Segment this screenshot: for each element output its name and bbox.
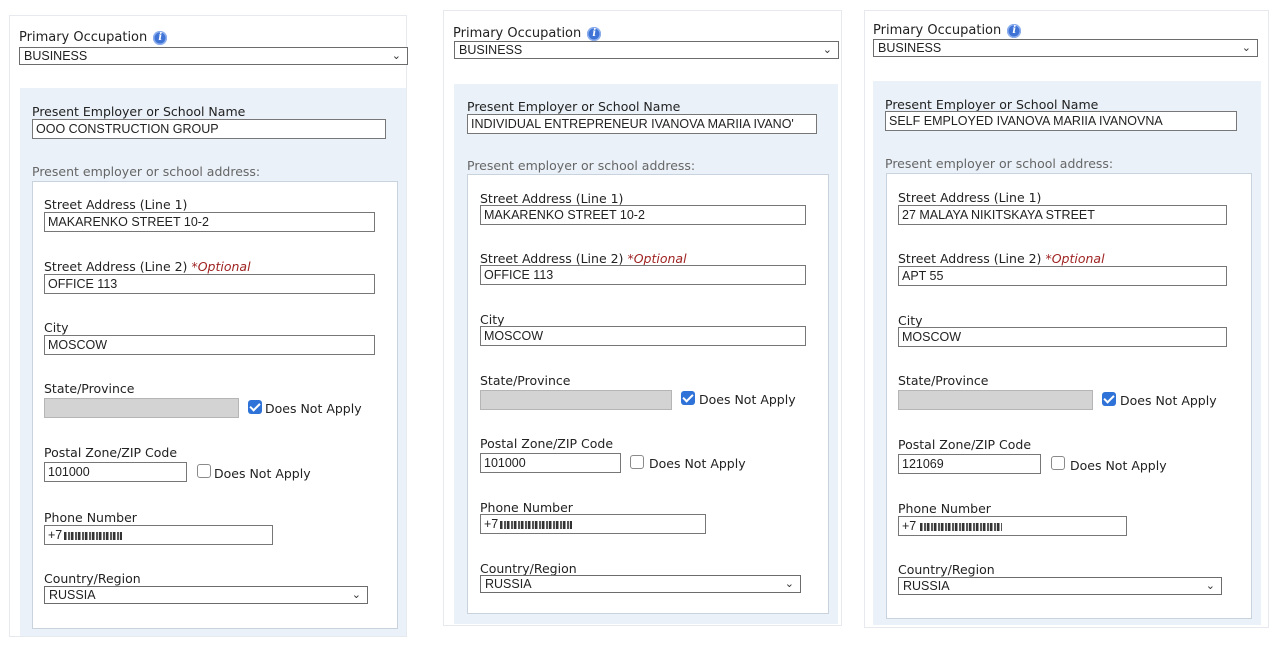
address-heading: Present employer or school address:	[885, 156, 1114, 171]
country-label: Country/Region	[898, 562, 995, 577]
postal-label: Postal Zone/ZIP Code	[480, 436, 614, 451]
country-select[interactable]: RUSSIA ⌄	[44, 586, 368, 604]
phone-label: Phone Number	[44, 510, 137, 525]
optional-marker: *Optional	[191, 259, 251, 274]
chevron-down-icon: ⌄	[1241, 42, 1251, 54]
employer-name-label: Present Employer or School Name	[467, 99, 681, 114]
employer-section: Present Employer or School Name OOO CONS…	[20, 88, 406, 636]
primary-occupation-select[interactable]: BUSINESS ⌄	[454, 41, 839, 59]
employer-name-input[interactable]: OOO CONSTRUCTION GROUP	[32, 119, 386, 139]
postal-input[interactable]: 101000	[480, 453, 621, 473]
redacted-phone	[920, 523, 1003, 531]
state-label: State/Province	[480, 373, 571, 388]
city-label: City	[480, 312, 505, 327]
country-select[interactable]: RUSSIA ⌄	[898, 577, 1222, 595]
phone-label: Phone Number	[898, 501, 991, 516]
state-does-not-apply-checkbox[interactable]	[1102, 392, 1116, 406]
street1-label: Street Address (Line 1)	[480, 191, 624, 206]
state-label: State/Province	[898, 373, 989, 388]
info-icon[interactable]: i	[1007, 24, 1022, 38]
redacted-phone	[500, 521, 573, 529]
optional-marker: *Optional	[627, 251, 687, 266]
street1-label: Street Address (Line 1)	[44, 197, 188, 212]
phone-label: Phone Number	[480, 500, 573, 515]
state-label: State/Province	[44, 381, 135, 396]
state-does-not-apply-label: Does Not Apply	[699, 392, 796, 407]
street2-label: Street Address (Line 2) *Optional	[898, 251, 1105, 266]
employer-section: Present Employer or School Name SELF EMP…	[873, 81, 1261, 625]
city-input[interactable]: MOSCOW	[480, 326, 806, 346]
street2-input[interactable]: OFFICE 113	[44, 274, 375, 294]
street2-input[interactable]: OFFICE 113	[480, 265, 806, 285]
street1-input[interactable]: MAKARENKO STREET 10-2	[44, 212, 375, 232]
city-input[interactable]: MOSCOW	[898, 327, 1227, 347]
postal-does-not-apply-label: Does Not Apply	[1070, 458, 1167, 473]
street2-label: Street Address (Line 2) *Optional	[44, 259, 251, 274]
street2-input[interactable]: APT 55	[898, 266, 1227, 286]
employer-section: Present Employer or School Name INDIVIDU…	[454, 84, 838, 624]
chevron-down-icon: ⌄	[822, 44, 832, 56]
state-does-not-apply-checkbox[interactable]	[681, 391, 695, 405]
country-label: Country/Region	[44, 571, 141, 586]
info-icon[interactable]: i	[587, 27, 602, 41]
street1-input[interactable]: MAKARENKO STREET 10-2	[480, 205, 806, 225]
city-label: City	[898, 313, 923, 328]
state-input	[898, 390, 1093, 410]
state-input	[480, 390, 672, 410]
street2-label: Street Address (Line 2) *Optional	[480, 251, 687, 266]
primary-occupation-label: Primary Occupation i	[873, 23, 1022, 38]
form-panel-3: Primary Occupation i BUSINESS ⌄ Present Em…	[864, 10, 1269, 628]
state-does-not-apply-label: Does Not Apply	[265, 401, 362, 416]
optional-marker: *Optional	[1045, 251, 1105, 266]
postal-does-not-apply-checkbox[interactable]	[1051, 456, 1065, 470]
phone-input[interactable]: +7	[44, 525, 273, 545]
employer-name-label: Present Employer or School Name	[32, 104, 246, 119]
country-select[interactable]: RUSSIA ⌄	[480, 575, 801, 593]
city-label: City	[44, 320, 69, 335]
postal-input[interactable]: 121069	[898, 454, 1041, 474]
phone-input[interactable]: +7	[480, 514, 706, 534]
primary-occupation-label: Primary Occupation i	[453, 26, 602, 41]
chevron-down-icon: ⌄	[351, 589, 361, 601]
redacted-phone	[64, 532, 123, 540]
form-panel-2: Primary Occupation i BUSINESS ⌄ Present Em…	[443, 10, 842, 626]
form-panel-1: Primary Occupation i BUSINESS ⌄ Present Em…	[9, 15, 408, 637]
postal-input[interactable]: 101000	[44, 462, 187, 482]
postal-does-not-apply-checkbox[interactable]	[630, 455, 644, 469]
employer-name-input[interactable]: INDIVIDUAL ENTREPRENEUR IVANOVA MARIIA I…	[467, 114, 817, 134]
chevron-down-icon: ⌄	[1205, 580, 1215, 592]
street1-label: Street Address (Line 1)	[898, 190, 1042, 205]
address-heading: Present employer or school address:	[32, 164, 261, 179]
phone-input[interactable]: +7	[898, 516, 1127, 536]
street1-input[interactable]: 27 MALAYA NIKITSKAYA STREET	[898, 205, 1227, 225]
city-input[interactable]: MOSCOW	[44, 335, 375, 355]
primary-occupation-select[interactable]: BUSINESS ⌄	[19, 47, 408, 65]
postal-does-not-apply-checkbox[interactable]	[197, 464, 211, 478]
state-input	[44, 398, 239, 418]
address-box: Street Address (Line 1) MAKARENKO STREET…	[32, 181, 398, 629]
postal-label: Postal Zone/ZIP Code	[898, 437, 1032, 452]
address-box: Street Address (Line 1) MAKARENKO STREET…	[467, 174, 829, 614]
postal-does-not-apply-label: Does Not Apply	[649, 456, 746, 471]
employer-name-input[interactable]: SELF EMPLOYED IVANOVA MARIIA IVANOVNA	[885, 111, 1237, 131]
chevron-down-icon: ⌄	[784, 578, 794, 590]
primary-occupation-select[interactable]: BUSINESS ⌄	[873, 39, 1258, 57]
primary-occupation-label: Primary Occupation i	[19, 30, 168, 45]
address-heading: Present employer or school address:	[467, 158, 696, 173]
address-box: Street Address (Line 1) 27 MALAYA NIKITS…	[886, 173, 1252, 619]
chevron-down-icon: ⌄	[391, 50, 401, 62]
state-does-not-apply-checkbox[interactable]	[248, 400, 262, 414]
postal-label: Postal Zone/ZIP Code	[44, 445, 178, 460]
state-does-not-apply-label: Does Not Apply	[1120, 393, 1217, 408]
info-icon[interactable]: i	[153, 31, 168, 45]
postal-does-not-apply-label: Does Not Apply	[214, 466, 311, 481]
employer-name-label: Present Employer or School Name	[885, 97, 1099, 112]
country-label: Country/Region	[480, 561, 577, 576]
